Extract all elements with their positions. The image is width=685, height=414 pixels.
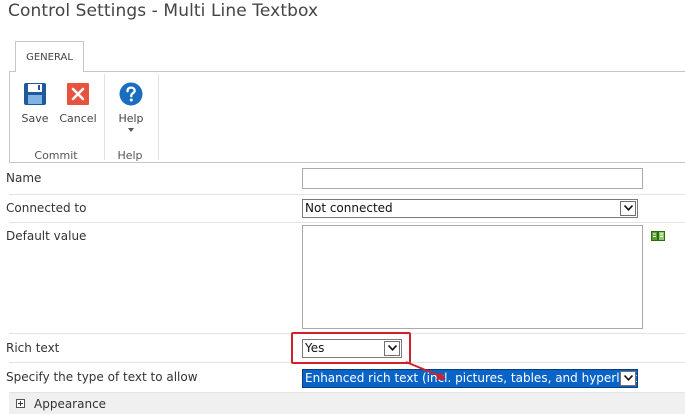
rich-text-label: Rich text — [6, 341, 60, 355]
help-button[interactable]: Help — [110, 82, 152, 132]
save-button[interactable]: Save — [14, 82, 56, 126]
appearance-section-label: Appearance — [34, 397, 107, 411]
appearance-section-header[interactable]: Appearance — [9, 393, 685, 414]
group-divider — [158, 74, 159, 160]
save-button-label: Save — [21, 112, 49, 125]
default-value-label: Default value — [6, 229, 87, 243]
cancel-button[interactable]: Cancel — [57, 82, 99, 126]
group-label-help: Help — [117, 149, 143, 162]
default-value-textarea[interactable] — [302, 225, 643, 329]
expand-icon[interactable] — [16, 399, 25, 408]
name-label: Name — [6, 171, 42, 185]
help-button-label: Help — [118, 112, 144, 125]
chevron-down-icon[interactable] — [620, 201, 636, 216]
annotation-highlight-box — [291, 332, 411, 364]
connected-to-label: Connected to — [6, 201, 87, 215]
text-type-select[interactable]: Enhanced rich text (incl. pictures, tabl… — [302, 369, 638, 388]
annotation-arrow — [405, 361, 446, 380]
tab-general[interactable]: GENERAL — [15, 41, 84, 72]
group-divider — [104, 74, 105, 160]
help-icon — [119, 82, 143, 106]
formula-builder-icon[interactable] — [651, 230, 666, 243]
connected-to-value: Not connected — [305, 201, 393, 215]
name-input[interactable] — [302, 168, 643, 189]
floppy-disk-icon — [24, 83, 46, 105]
group-label-commit: Commit — [34, 149, 78, 162]
close-icon — [67, 83, 89, 105]
text-type-label: Specify the type of text to allow — [6, 370, 198, 384]
cancel-button-label: Cancel — [59, 112, 97, 125]
text-type-value: Enhanced rich text (incl. pictures, tabl… — [305, 371, 638, 385]
chevron-down-icon[interactable] — [620, 371, 636, 386]
ribbon-border — [9, 71, 10, 163]
connected-to-select[interactable]: Not connected — [302, 199, 638, 218]
chevron-down-icon — [128, 128, 134, 132]
dialog-title: Control Settings - Multi Line Textbox — [8, 1, 319, 21]
